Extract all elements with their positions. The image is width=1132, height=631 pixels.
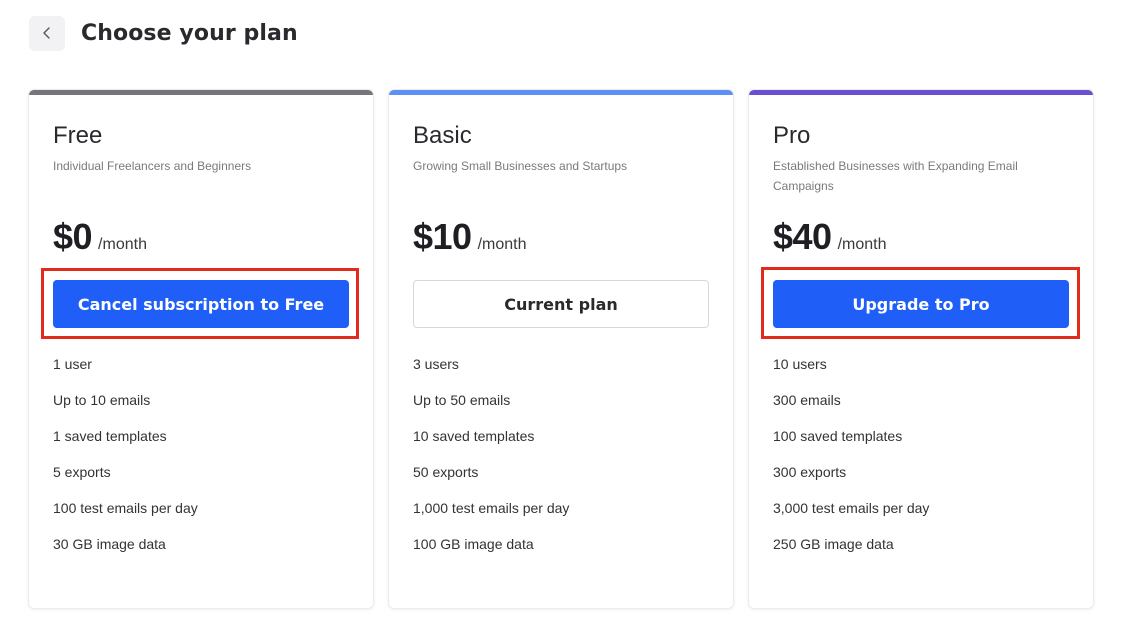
page-title: Choose your plan: [81, 20, 298, 46]
upgrade-to-pro-button[interactable]: Upgrade to Pro: [773, 280, 1069, 328]
feature-item: 1,000 test emails per day: [413, 500, 570, 516]
feature-item: 1 user: [53, 356, 92, 372]
plan-card-accent-bar: [749, 90, 1093, 95]
feature-item: 300 exports: [773, 464, 847, 480]
chevron-left-icon: [43, 27, 50, 39]
feature-item: 50 exports: [413, 464, 479, 480]
plan-card-accent-bar: [389, 90, 733, 95]
price-amount: $0: [53, 216, 93, 257]
price-period: /month: [837, 236, 887, 253]
feature-item: Up to 50 emails: [413, 392, 511, 408]
feature-item: 100 GB image data: [413, 536, 534, 552]
feature-item: 300 emails: [773, 392, 841, 408]
page-header: Choose your plan: [29, 15, 298, 51]
plan-card-basic: Basic Growing Small Businesses and Start…: [389, 90, 733, 608]
feature-list: 3 users Up to 50 emails 10 saved templat…: [413, 355, 569, 571]
feature-item: 250 GB image data: [773, 536, 894, 552]
plan-description: Established Businesses with Expanding Em…: [773, 159, 1018, 193]
plan-name: Free: [53, 122, 103, 149]
back-button[interactable]: [29, 15, 65, 51]
feature-list: 1 user Up to 10 emails 1 saved templates…: [53, 355, 198, 571]
price-period: /month: [98, 236, 147, 253]
feature-item: 10 saved templates: [413, 428, 535, 444]
feature-item: 5 exports: [53, 464, 111, 480]
plan-card-accent-bar: [29, 90, 373, 95]
feature-item: 10 users: [773, 356, 827, 372]
plan-price: $40 /month: [773, 216, 887, 258]
feature-item: Up to 10 emails: [53, 392, 151, 408]
feature-item: 3 users: [413, 356, 459, 372]
plan-price: $10 /month: [413, 216, 527, 258]
price-amount: $40: [773, 216, 832, 257]
feature-item: 100 test emails per day: [53, 500, 198, 516]
feature-list: 10 users 300 emails 100 saved templates …: [773, 355, 929, 571]
plan-price: $0 /month: [53, 216, 147, 258]
feature-item: 1 saved templates: [53, 428, 167, 444]
plan-name: Basic: [413, 122, 472, 149]
price-amount: $10: [413, 216, 472, 257]
cancel-subscription-button[interactable]: Cancel subscription to Free: [53, 280, 349, 328]
plan-card-pro: Pro Established Businesses with Expandin…: [749, 90, 1093, 608]
feature-item: 3,000 test emails per day: [773, 500, 930, 516]
current-plan-button[interactable]: Current plan: [413, 280, 709, 328]
feature-item: 100 saved templates: [773, 428, 903, 444]
pricing-page: Choose your plan Free Individual Freelan…: [0, 0, 1132, 631]
plan-description: Growing Small Businesses and Startups: [413, 159, 628, 173]
plan-cards: Free Individual Freelancers and Beginner…: [29, 90, 1093, 608]
plan-description: Individual Freelancers and Beginners: [53, 159, 252, 173]
price-period: /month: [477, 236, 527, 253]
feature-item: 30 GB image data: [53, 536, 166, 552]
plan-card-free: Free Individual Freelancers and Beginner…: [29, 90, 373, 608]
plan-name: Pro: [773, 122, 811, 149]
